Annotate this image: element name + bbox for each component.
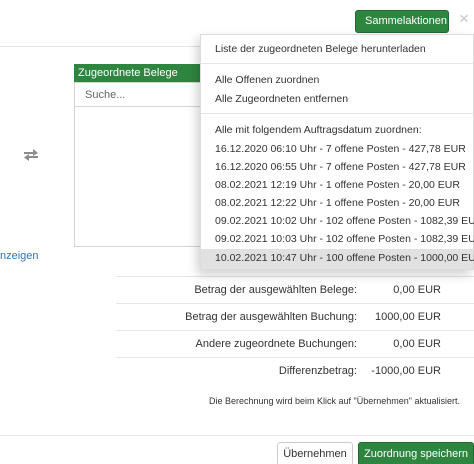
download-assigned-list-item[interactable]: Liste der zugeordneten Belege herunterla… bbox=[215, 43, 426, 55]
summary-label: Differenzbetrag: bbox=[278, 365, 357, 377]
bulk-actions-button[interactable]: Sammelaktionen bbox=[355, 10, 458, 33]
date-option-item[interactable]: 16.12.2020 06:10 Uhr - 7 offene Posten -… bbox=[215, 143, 466, 155]
close-icon[interactable]: × bbox=[459, 10, 469, 27]
menu-divider bbox=[201, 113, 473, 114]
date-option-item[interactable]: 09.02.2021 10:02 Uhr - 102 offene Posten… bbox=[215, 215, 474, 227]
summary-value: 0,00 EUR bbox=[393, 284, 441, 296]
save-assignment-button[interactable]: Zuordnung speichern bbox=[358, 442, 474, 464]
date-option-item[interactable]: 08.02.2021 12:22 Uhr - 1 offene Posten -… bbox=[215, 197, 460, 209]
assigned-documents-header: Zugeordnete Belege bbox=[74, 64, 208, 82]
summary-row: Andere zugeordnete Buchungen: 0,00 EUR bbox=[116, 330, 474, 357]
summary-value: -1000,00 EUR bbox=[371, 365, 441, 377]
date-assign-header: Alle mit folgendem Auftragsdatum zuordne… bbox=[215, 124, 422, 136]
swap-arrows-icon[interactable] bbox=[22, 147, 40, 161]
summary-label: Andere zugeordnete Buchungen: bbox=[195, 338, 357, 350]
footer-divider bbox=[0, 435, 474, 436]
header-divider bbox=[0, 46, 210, 47]
date-option-item[interactable]: 08.02.2021 12:19 Uhr - 1 offene Posten -… bbox=[215, 179, 460, 191]
menu-divider bbox=[201, 63, 473, 64]
summary-value: 0,00 EUR bbox=[393, 338, 441, 350]
assign-all-open-item[interactable]: Alle Offenen zuordnen bbox=[215, 74, 319, 86]
caret-down-icon bbox=[451, 19, 458, 24]
date-option-item[interactable]: 09.02.2021 10:03 Uhr - 102 offene Posten… bbox=[215, 233, 474, 245]
summary-row: Differenzbetrag: -1000,00 EUR bbox=[116, 357, 474, 384]
bulk-actions-label: Sammelaktionen bbox=[365, 15, 447, 27]
show-link[interactable]: nzeigen bbox=[0, 250, 39, 262]
remove-all-assigned-item[interactable]: Alle Zugeordneten entfernen bbox=[215, 93, 348, 105]
summary-row: Betrag der ausgewählten Belege: 0,00 EUR bbox=[116, 276, 474, 303]
summary-value: 1000,00 EUR bbox=[374, 311, 441, 323]
summary-label: Betrag der ausgewählten Belege: bbox=[194, 284, 357, 296]
assigned-documents-search-input[interactable] bbox=[74, 82, 208, 107]
summary-label: Betrag der ausgewählten Buchung: bbox=[185, 311, 357, 323]
apply-button[interactable]: Übernehmen bbox=[277, 442, 353, 464]
date-option-item[interactable]: 16.12.2020 06:55 Uhr - 7 offene Posten -… bbox=[215, 161, 466, 173]
assigned-documents-list bbox=[74, 107, 208, 247]
date-option-item-hovered[interactable]: 10.02.2021 10:47 Uhr - 100 offene Posten… bbox=[215, 252, 474, 264]
bulk-actions-dropdown: Liste der zugeordneten Belege herunterla… bbox=[200, 34, 474, 270]
summary-row: Betrag der ausgewählten Buchung: 1000,00… bbox=[116, 303, 474, 330]
calculation-note: Die Berechnung wird beim Klick auf "Über… bbox=[208, 396, 460, 406]
